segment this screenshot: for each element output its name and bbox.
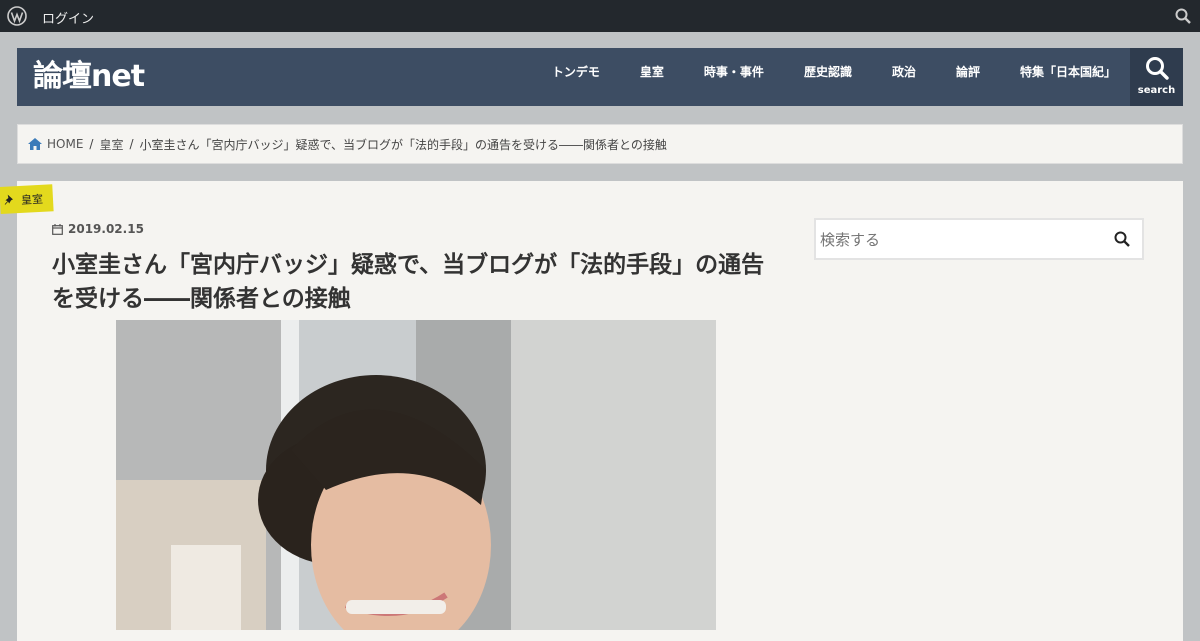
wordpress-logo-icon[interactable] (7, 6, 27, 26)
nav-item-seiji[interactable]: 政治 (892, 63, 916, 92)
home-icon (28, 138, 42, 150)
login-link[interactable]: ログイン (42, 8, 94, 27)
category-badge[interactable]: 皇室 (0, 184, 54, 214)
search-label: search (1137, 85, 1176, 96)
breadcrumb-current: 小室圭さん「宮内庁バッジ」疑惑で、当ブログが「法的手段」の通告を受ける――関係者… (139, 137, 667, 152)
main-nav: トンデモ 皇室 時事・事件 歴史認識 政治 論評 特集「日本国紀」 (526, 48, 1130, 106)
sidebar-search (814, 218, 1144, 260)
search-icon (1146, 57, 1169, 80)
site-logo[interactable]: 論壇net (33, 62, 145, 92)
breadcrumb-category[interactable]: 皇室 (99, 136, 123, 153)
site-header: 論壇net トンデモ 皇室 時事・事件 歴史認識 政治 論評 特集「日本国紀」 … (17, 48, 1183, 106)
post-date: 2019.02.15 (52, 222, 144, 236)
breadcrumb-home[interactable]: HOME (47, 137, 83, 151)
nav-item-koshitsu[interactable]: 皇室 (640, 63, 664, 92)
search-icon[interactable] (1114, 231, 1130, 247)
featured-image (116, 320, 716, 630)
nav-item-ronpyo[interactable]: 論評 (956, 63, 980, 92)
header-search-button[interactable]: search (1130, 48, 1183, 106)
category-badge-label: 皇室 (20, 192, 44, 207)
nav-item-jiji[interactable]: 時事・事件 (704, 63, 764, 92)
nav-item-tondemo[interactable]: トンデモ (552, 63, 600, 92)
post-title: 小室圭さん「宮内庁バッジ」疑惑で、当ブログが「法的手段」の通告を受ける――関係者… (52, 252, 765, 312)
breadcrumb: HOME / 皇室 / 小室圭さん「宮内庁バッジ」疑惑で、当ブログが「法的手段」… (17, 124, 1183, 164)
search-input[interactable] (816, 220, 1102, 260)
post-date-text: 2019.02.15 (68, 222, 144, 236)
nav-item-rekishi[interactable]: 歴史認識 (804, 63, 852, 92)
admin-bar: ログイン (0, 0, 1200, 32)
nav-item-tokushu[interactable]: 特集「日本国紀」 (1020, 63, 1116, 92)
breadcrumb-separator: / (89, 137, 94, 151)
search-icon[interactable] (1175, 8, 1191, 24)
pin-icon (4, 194, 13, 205)
calendar-icon (52, 223, 63, 235)
breadcrumb-separator: / (129, 137, 134, 151)
